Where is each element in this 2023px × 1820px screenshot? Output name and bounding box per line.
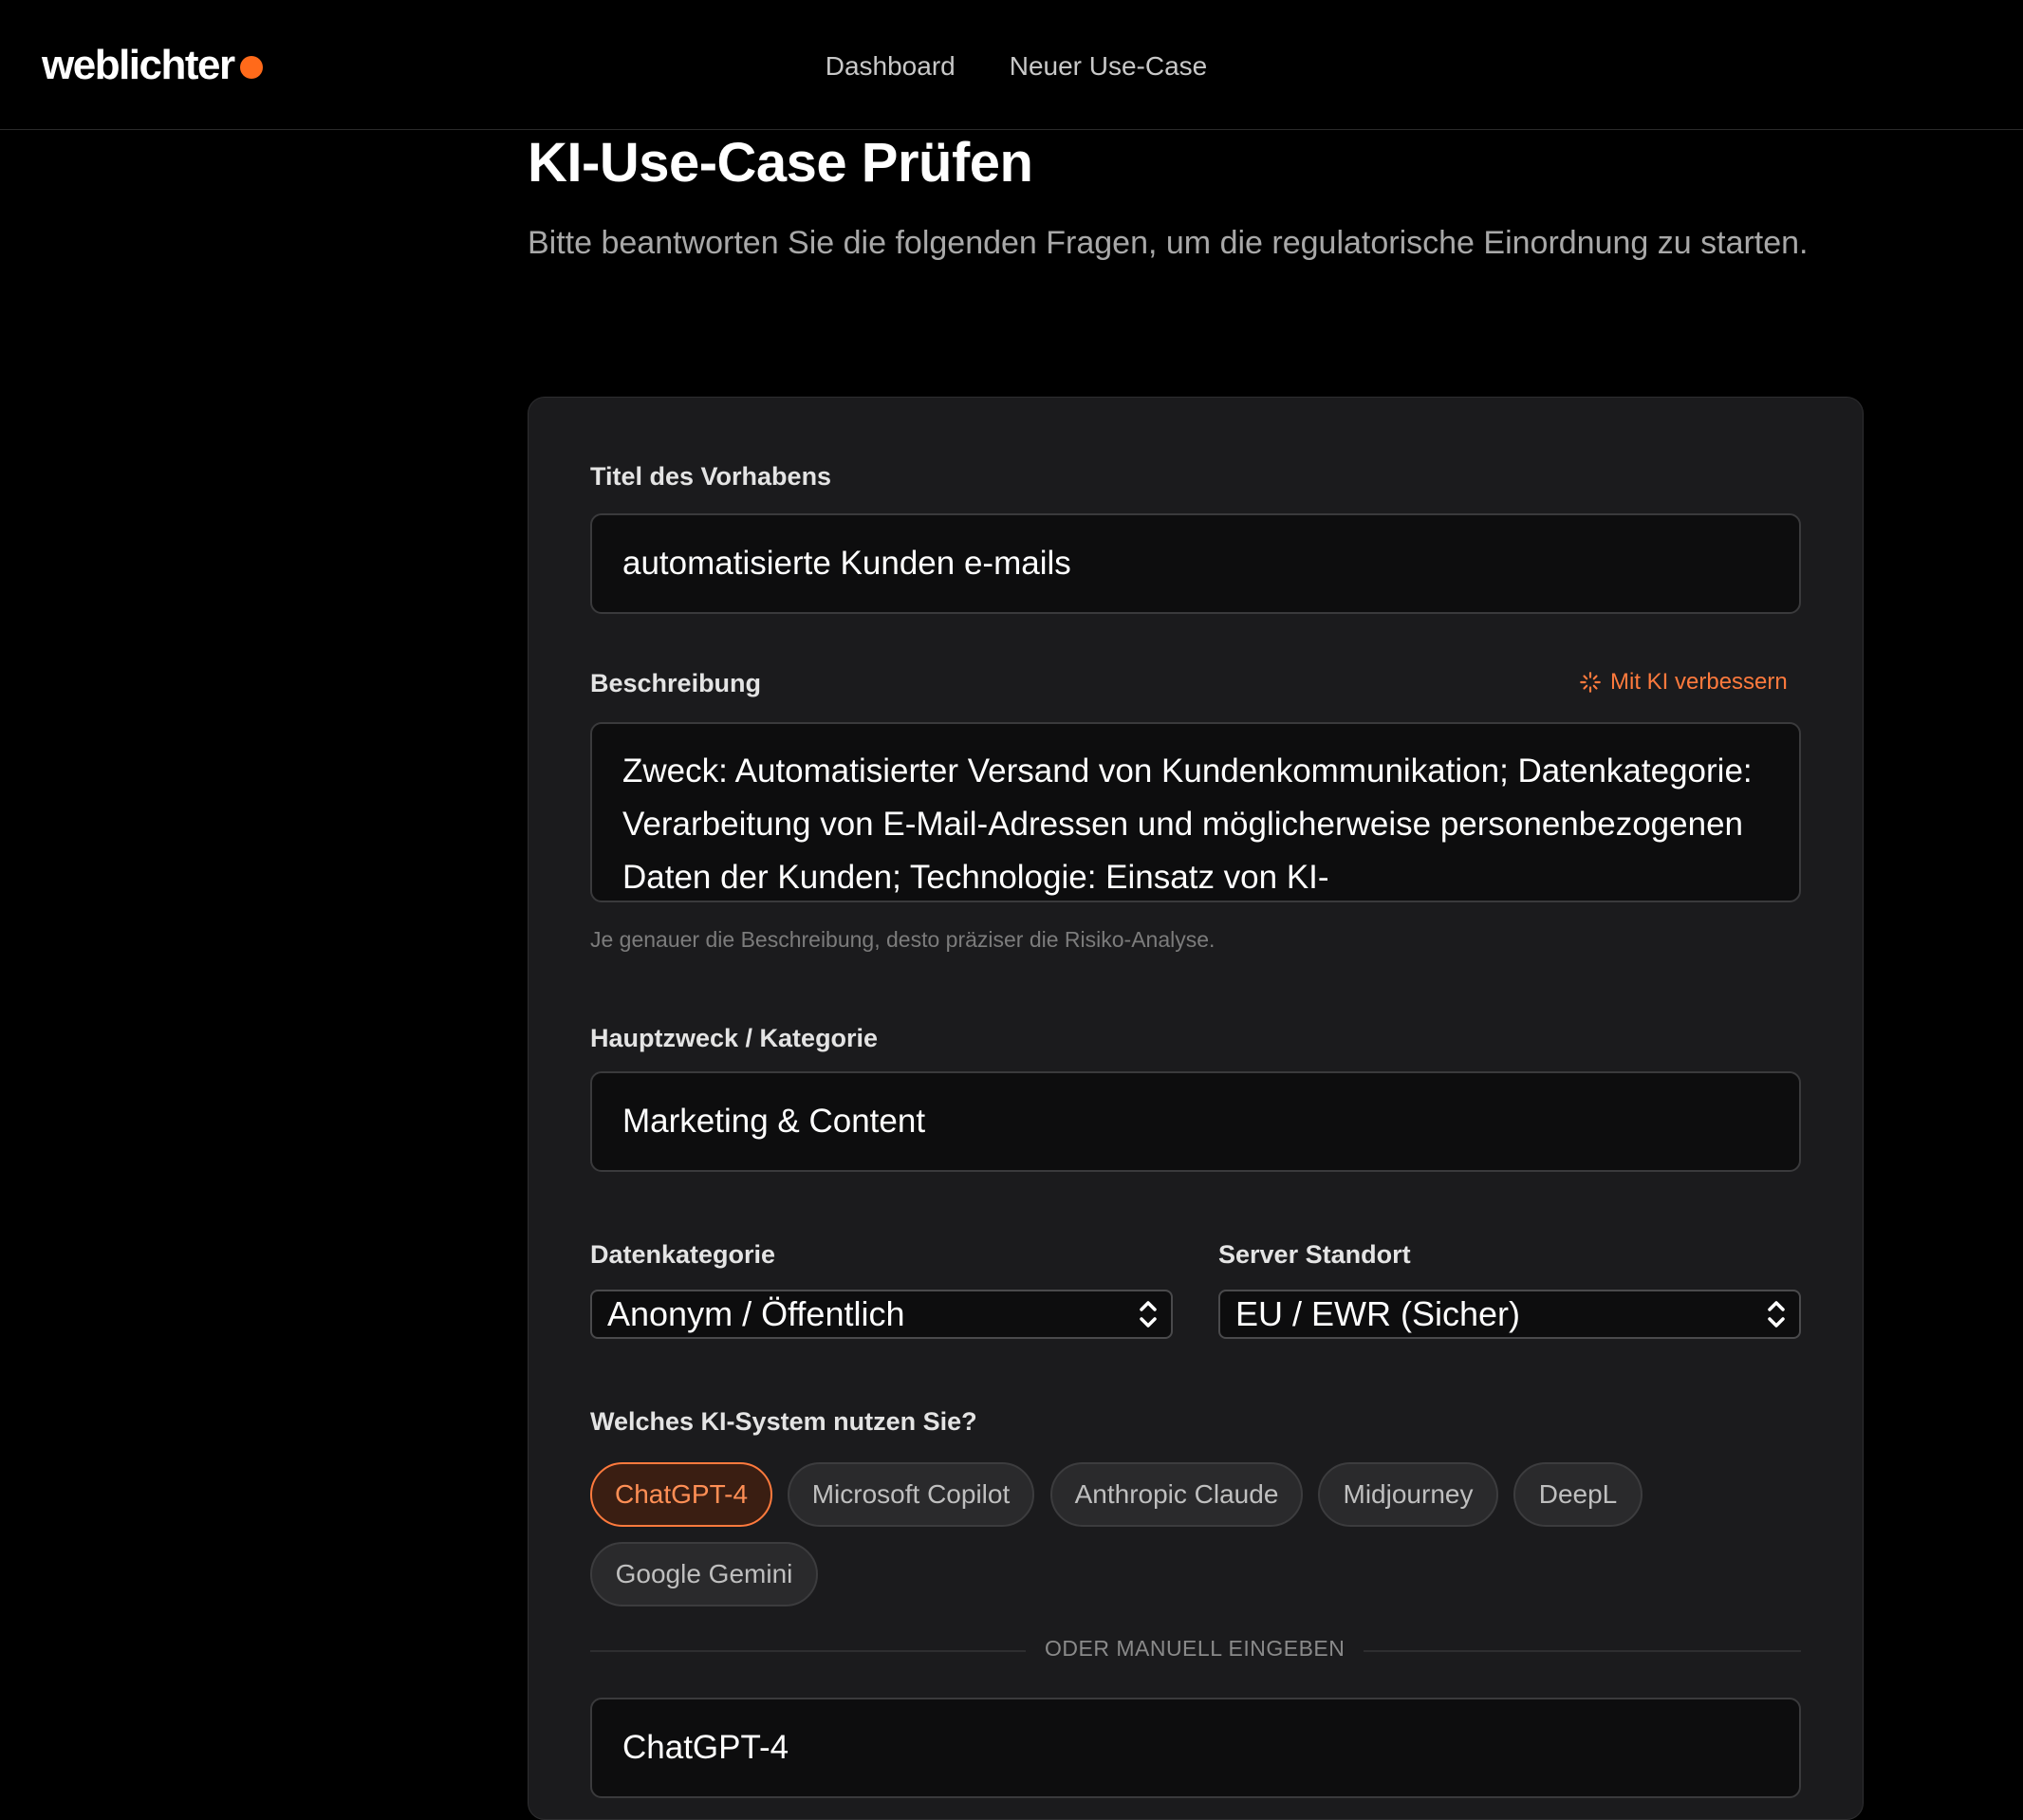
ai-system-chip-chatgpt-4[interactable]: ChatGPT-4 — [590, 1462, 772, 1527]
title-input-value: automatisierte Kunden e-mails — [622, 545, 1071, 582]
title-input[interactable]: automatisierte Kunden e-mails — [590, 513, 1801, 614]
description-label: Beschreibung — [590, 669, 762, 697]
chevron-up-down-icon — [1140, 1301, 1157, 1328]
sparkle-icon — [1580, 672, 1601, 693]
description-textarea[interactable]: Zweck: Automatisierter Versand von Kunde… — [590, 722, 1801, 902]
category-input[interactable]: Marketing & Content — [590, 1071, 1801, 1172]
category-label: Hauptzweck / Kategorie — [590, 1024, 879, 1052]
category-value: Marketing & Content — [622, 1103, 926, 1140]
ai-system-chip-deepl[interactable]: DeepL — [1513, 1462, 1643, 1527]
top-navigation-bar: weblichter Dashboard Neuer Use-Case — [0, 0, 2023, 130]
server-location-value: EU / EWR (Sicher) — [1235, 1294, 1521, 1333]
nav-item-dashboard[interactable]: Dashboard — [826, 51, 956, 82]
ai-improve-button[interactable]: Mit KI verbessern — [1578, 669, 1788, 696]
manual-entry-divider-text: ODER MANUELL EINGEBEN — [1026, 1636, 1364, 1662]
title-label: Titel des Vorhabens — [590, 462, 832, 491]
data-category-label: Datenkategorie — [590, 1240, 776, 1269]
use-case-form-card: Titel des Vorhabens automatisierte Kunde… — [528, 397, 1864, 1820]
ai-system-chip-google-gemini[interactable]: Google Gemini — [590, 1542, 818, 1606]
page-title: KI-Use-Case Prüfen — [528, 132, 1033, 194]
description-hint: Je genauer die Beschreibung, desto präzi… — [590, 927, 1216, 952]
ai-system-chip-midjourney[interactable]: Midjourney — [1318, 1462, 1498, 1527]
data-category-value: Anonym / Öffentlich — [607, 1294, 905, 1333]
ai-system-chip-anthropic-claude[interactable]: Anthropic Claude — [1050, 1462, 1303, 1527]
server-location-label: Server Standort — [1218, 1240, 1411, 1269]
server-location-select[interactable]: EU / EWR (Sicher) — [1218, 1290, 1801, 1339]
ai-system-chip-microsoft-copilot[interactable]: Microsoft Copilot — [788, 1462, 1034, 1527]
nav-item-new-use-case[interactable]: Neuer Use-Case — [1010, 51, 1208, 82]
data-category-select[interactable]: Anonym / Öffentlich — [590, 1290, 1173, 1339]
manual-ai-system-input[interactable]: ChatGPT-4 — [590, 1698, 1801, 1798]
page-subtitle: Bitte beantworten Sie die folgenden Frag… — [528, 225, 1809, 261]
description-value: Zweck: Automatisierter Versand von Kunde… — [622, 752, 1753, 896]
main-nav: Dashboard Neuer Use-Case — [0, 51, 2023, 82]
ai-improve-label: Mit KI verbessern — [1610, 669, 1788, 695]
manual-ai-system-value: ChatGPT-4 — [622, 1729, 789, 1766]
chevron-up-down-icon — [1768, 1301, 1785, 1328]
ai-system-label: Welches KI-System nutzen Sie? — [590, 1407, 977, 1436]
